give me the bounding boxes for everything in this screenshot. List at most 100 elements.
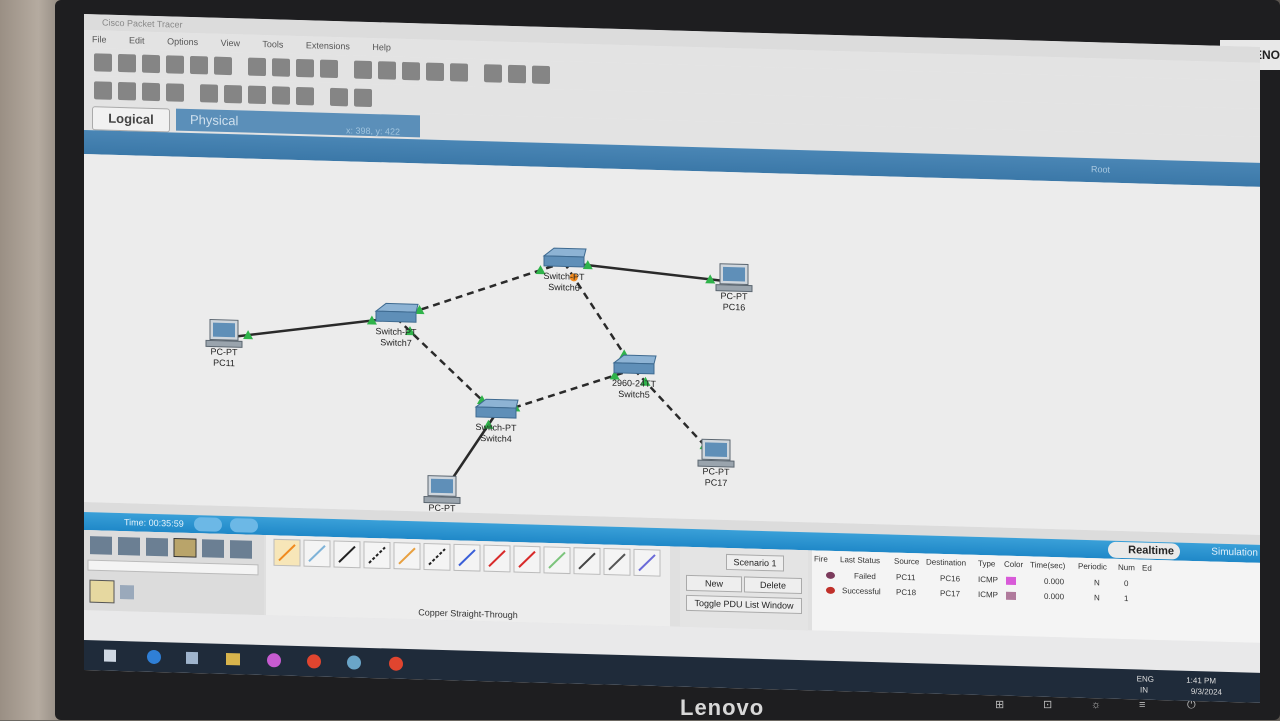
copy-icon[interactable] (248, 57, 266, 77)
connection-type-icon (393, 542, 421, 570)
power-cycle-icon[interactable] (194, 517, 222, 532)
scenario-select[interactable]: Scenario 1 (726, 553, 784, 572)
wizard-icon[interactable] (190, 55, 208, 75)
root-label[interactable]: Root (1091, 164, 1110, 175)
freeform-icon[interactable] (296, 86, 314, 106)
packet-tracer-icon (347, 655, 361, 670)
fire-icon (826, 571, 835, 579)
zoom-in-icon[interactable] (354, 60, 372, 80)
zoom-out-icon[interactable] (402, 61, 420, 81)
auto-connection-icon (89, 579, 115, 604)
connection-type-icon (273, 538, 301, 567)
connection-type-icon (603, 548, 631, 576)
region: IN (1140, 685, 1148, 695)
note-icon[interactable] (200, 84, 218, 103)
resize-icon[interactable] (166, 83, 184, 102)
pc-pc11[interactable]: PC-PTPC11 (205, 319, 243, 368)
menu-edit[interactable]: Edit (129, 35, 145, 45)
pc-pcx[interactable]: PC-PT (423, 475, 461, 513)
open-icon[interactable] (118, 53, 136, 73)
device-name-label: PC16 (723, 302, 746, 313)
connection-type-icon (513, 545, 541, 574)
connection-type-icon (423, 542, 451, 571)
switch-switch5[interactable]: 2960-24TTSwitch5 (612, 354, 657, 400)
sim-time: Time: 00:35:59 (124, 517, 184, 529)
menu-options[interactable]: Options (167, 36, 198, 47)
device-name-label: Switch4 (480, 433, 512, 444)
connection-types: Copper Straight-Through (266, 535, 670, 627)
drawing-palette-icon[interactable] (426, 62, 444, 82)
tab-logical[interactable]: Logical (92, 106, 170, 133)
add-complex-pdu-icon[interactable] (354, 88, 372, 108)
clock-date: 9/3/2024 (1190, 686, 1222, 697)
redo-icon[interactable] (320, 59, 338, 79)
folder-icon (226, 652, 240, 666)
misc-icon (202, 539, 224, 558)
fire-icon (826, 586, 835, 594)
connection-type-icon (333, 540, 361, 569)
delete-scenario-button[interactable]: Delete (744, 576, 802, 595)
new-file-icon[interactable] (94, 53, 112, 72)
switch-switch4[interactable]: Switch-PTSwitch4 (474, 398, 519, 444)
chrome-icon-2 (389, 656, 403, 671)
connection-type-icon (303, 539, 331, 568)
zoom-reset-icon[interactable] (378, 61, 396, 80)
fast-forward-icon[interactable] (230, 518, 258, 533)
device-model-label: Switch-PT (375, 326, 416, 337)
inspect-icon[interactable] (118, 81, 136, 101)
clock-time: 1:41 PM (1186, 675, 1216, 686)
tab-physical-label: Physical (190, 111, 239, 129)
select-icon[interactable] (94, 81, 112, 100)
start-icon (104, 649, 116, 662)
custom-device-icon[interactable] (450, 63, 468, 82)
save-icon[interactable] (142, 54, 160, 74)
undo-icon[interactable] (296, 58, 314, 78)
notes-icon[interactable] (484, 64, 502, 83)
menu-view[interactable]: View (221, 38, 240, 49)
components-icon (146, 537, 168, 557)
image-icon[interactable] (532, 65, 550, 85)
switch-switch6[interactable]: Switch-PTSwitch6 (542, 247, 587, 293)
connection-type-icon (453, 543, 481, 572)
line-icon[interactable] (224, 84, 242, 104)
connections-category-icon (173, 537, 197, 558)
switch-switch7[interactable]: Switch-PTSwitch7 (374, 302, 419, 348)
device-model-label: Switch-PT (543, 271, 584, 282)
simulation-mode-button[interactable]: Simulation (1211, 544, 1258, 561)
device-name-label: PC17 (705, 477, 728, 488)
pc-pc16[interactable]: PC-PTPC16 (715, 263, 753, 313)
monitor-brand: Lenovo (680, 695, 765, 720)
grid-icon (120, 585, 134, 600)
device-model-label: 2960-24TT (612, 378, 657, 389)
selected-connection-label: Copper Straight-Through (418, 607, 518, 621)
new-scenario-button[interactable]: New (686, 574, 742, 593)
rectangle-icon[interactable] (248, 85, 266, 105)
file-explorer-icon (186, 651, 198, 665)
paste-icon[interactable] (272, 58, 290, 77)
device-categories (84, 530, 264, 616)
menu-tools[interactable]: Tools (262, 39, 283, 50)
ellipse-icon[interactable] (272, 86, 290, 105)
delete-icon[interactable] (142, 82, 160, 102)
topology-canvas[interactable]: Switch-PTSwitch6Switch-PTSwitch72960-24T… (84, 154, 1260, 535)
toggle-pdu-list-button[interactable]: Toggle PDU List Window (686, 594, 802, 615)
device-model-label: Switch-PT (475, 422, 516, 433)
chrome-icon (307, 654, 321, 669)
connection-type-icon (633, 548, 661, 577)
connection-type-icon (483, 544, 511, 573)
lang: ENG (1136, 674, 1154, 684)
add-simple-pdu-icon[interactable] (330, 87, 348, 107)
realtime-mode-button[interactable]: Realtime (1108, 541, 1180, 560)
device-model-label: PC-PT (721, 291, 748, 302)
network-info-icon[interactable] (214, 56, 232, 76)
connection-type-icon (573, 547, 601, 575)
pc-pc17[interactable]: PC-PTPC17 (697, 438, 735, 488)
pdu-icon[interactable] (508, 64, 526, 84)
device-model-label: PC-PT (703, 466, 730, 477)
menu-extensions[interactable]: Extensions (306, 40, 350, 51)
menu-file[interactable]: File (92, 34, 107, 44)
logical-workspace[interactable]: Switch-PT Switch6 Switch-PT Switch7 2960-24T… (84, 154, 1260, 535)
menu-help[interactable]: Help (372, 42, 391, 53)
print-icon[interactable] (166, 55, 184, 74)
device-name-label: Switch7 (380, 337, 412, 348)
